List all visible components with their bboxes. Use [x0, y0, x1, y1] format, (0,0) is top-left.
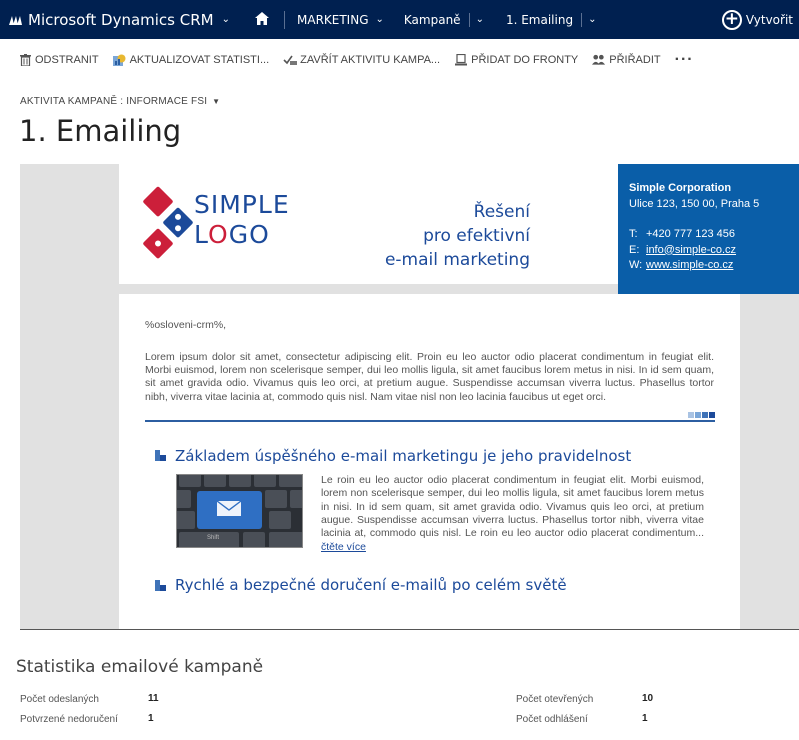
- contact-box: Simple Corporation Ulice 123, 150 00, Pr…: [618, 164, 799, 294]
- dynamics-logo-icon: [9, 15, 22, 25]
- create-label: Vytvořit: [745, 12, 793, 27]
- close-activity-button[interactable]: ZAVŘÍT AKTIVITU KAMPA...: [283, 53, 440, 67]
- bounced-count-label: Potvrzené nedoručení: [20, 714, 118, 725]
- page-title: 1. Emailing: [19, 114, 182, 148]
- unsubscribe-count-label: Počet odhlášení: [516, 714, 588, 725]
- simple-logo-icon: [138, 186, 200, 275]
- assign-icon: [592, 53, 606, 67]
- article-2-title: Rychlé a bezpečné doručení e-mailů po ce…: [175, 576, 567, 595]
- nav-area-marketing[interactable]: MARKETING ⌄: [297, 0, 384, 39]
- tagline-line-2: pro efektivní: [423, 226, 530, 246]
- nav-record[interactable]: 1. Emailing ⌄: [505, 0, 597, 39]
- company-name: Simple Corporation: [629, 182, 732, 194]
- delete-label: ODSTRANIT: [35, 54, 99, 66]
- nav-entity-campaigns[interactable]: Kampaně ⌄: [404, 0, 484, 39]
- chevron-down-icon: ⌄: [588, 14, 597, 25]
- web-link[interactable]: www.simple-co.cz: [646, 259, 733, 271]
- tagline-line-1: Řešení: [473, 202, 530, 222]
- keyboard-email-image: Shift: [176, 473, 303, 548]
- refresh-stats-label: AKTUALIZOVAT STATISTI...: [129, 54, 270, 66]
- refresh-stats-icon: [113, 53, 127, 67]
- home-icon[interactable]: [252, 10, 272, 29]
- logo-line-1: SIMPLE: [194, 190, 290, 219]
- email-body: %osloveni-crm%, Lorem ipsum dolor sit am…: [119, 294, 740, 629]
- command-bar: ODSTRANIT AKTUALIZOVAT STATISTI... ZAVŘÍ…: [0, 39, 799, 81]
- article-heading: Základem úspěšného e-mail marketingu je …: [155, 447, 714, 465]
- nav-separator: [284, 10, 285, 29]
- phone-key: T:: [629, 228, 638, 240]
- email-tagline: Řešení pro efektivní e-mail marketing: [385, 200, 530, 272]
- form-selector[interactable]: AKTIVITA KAMPANĚ : INFORMACE FSI ▼: [20, 96, 220, 107]
- intro-paragraph: Lorem ipsum dolor sit amet, consectetur …: [145, 351, 714, 403]
- sent-count-label: Počet odeslaných: [20, 694, 99, 705]
- caret-down-icon: ▼: [212, 97, 221, 106]
- web-row: W: www.simple-co.cz: [629, 258, 799, 274]
- email-key: E:: [629, 243, 640, 256]
- sent-count-value: 11: [148, 693, 159, 704]
- more-commands-icon[interactable]: ···: [675, 51, 694, 69]
- article-2: Rychlé a bezpečné doručení e-mailů po ce…: [145, 576, 714, 594]
- add-to-queue-button[interactable]: PŘIDAT DO FRONTY: [454, 53, 578, 67]
- section-divider: [145, 411, 715, 422]
- bounced-count-value: 1: [148, 713, 154, 724]
- refresh-stats-button[interactable]: AKTUALIZOVAT STATISTI...: [113, 53, 270, 67]
- nav-separator: [468, 12, 470, 27]
- email-header: SIMPLE LOGO Řešení pro efektivní e-mail …: [119, 164, 799, 294]
- opened-count-label: Počet otevřených: [516, 694, 594, 705]
- unsubscribe-count-value: 1: [642, 713, 648, 724]
- chevron-down-icon: ⌄: [375, 14, 384, 25]
- phone-row: T: +420 777 123 456: [629, 227, 799, 243]
- form-selector-label: AKTIVITA KAMPANĚ : INFORMACE FSI: [20, 96, 208, 107]
- assign-label: PŘIŘADIT: [609, 54, 661, 66]
- chevron-down-icon: ⌄: [221, 14, 230, 25]
- logo-letters-go: GO: [228, 220, 270, 249]
- add-to-queue-label: PŘIDAT DO FRONTY: [471, 54, 579, 66]
- close-activity-icon: [283, 53, 298, 67]
- logo-line-2: LOGO: [194, 220, 290, 250]
- delete-button[interactable]: ODSTRANIT: [18, 53, 99, 67]
- article-1-title: Základem úspěšného e-mail marketingu je …: [175, 446, 632, 465]
- stats-section-title: Statistika emailové kampaně: [16, 657, 264, 677]
- brand-name: Microsoft Dynamics CRM: [28, 10, 214, 29]
- chevron-down-icon: ⌄: [475, 14, 484, 25]
- nav-area-label: MARKETING: [297, 12, 369, 27]
- greeting: %osloveni-crm%,: [145, 319, 227, 331]
- nav-record-label: 1. Emailing: [505, 12, 574, 27]
- tagline-line-3: e-mail marketing: [384, 250, 530, 270]
- create-button[interactable]: + Vytvořit: [721, 9, 799, 30]
- divider-squares-icon: [687, 411, 715, 418]
- assign-button[interactable]: PŘIŘADIT: [592, 53, 661, 67]
- article-1-body: Le roin eu leo auctor odio placerat cond…: [321, 473, 704, 540]
- email-link[interactable]: info@simple-co.cz: [646, 244, 736, 256]
- top-navigation-bar: Microsoft Dynamics CRM ⌄ MARKETING ⌄ Kam…: [0, 0, 799, 39]
- logo-letter-l: L: [194, 220, 209, 249]
- nav-separator: [581, 12, 583, 27]
- email-preview[interactable]: SIMPLE LOGO Řešení pro efektivní e-mail …: [20, 164, 799, 630]
- article-content: Shift Le roin eu leo auctor odio placera…: [176, 473, 714, 554]
- logo-wordmark: SIMPLE LOGO: [194, 190, 290, 250]
- phone-value: +420 777 123 456: [646, 228, 736, 240]
- bullet-squares-icon: [155, 579, 166, 591]
- article-1: Základem úspěšného e-mail marketingu je …: [145, 447, 714, 554]
- bullet-squares-icon: [155, 450, 166, 462]
- article-heading: Rychlé a bezpečné doručení e-mailů po ce…: [155, 576, 714, 594]
- logo-letter-o: O: [208, 220, 229, 249]
- queue-icon: [454, 53, 468, 67]
- brand[interactable]: Microsoft Dynamics CRM ⌄: [0, 0, 230, 39]
- close-activity-label: ZAVŘÍT AKTIVITU KAMPA...: [300, 54, 441, 66]
- shift-key-label: Shift: [207, 534, 220, 541]
- trash-icon: [18, 53, 32, 67]
- email-row: E: info@simple-co.cz: [629, 243, 799, 259]
- nav-entity-label: Kampaně: [403, 12, 461, 27]
- web-key: W:: [629, 259, 643, 271]
- plus-icon: +: [721, 9, 742, 30]
- read-more-link[interactable]: čtěte více: [321, 541, 366, 553]
- opened-count-value: 10: [642, 693, 654, 704]
- company-address: Ulice 123, 150 00, Praha 5: [629, 197, 760, 210]
- article-1-text: Le roin eu leo auctor odio placerat cond…: [321, 474, 704, 554]
